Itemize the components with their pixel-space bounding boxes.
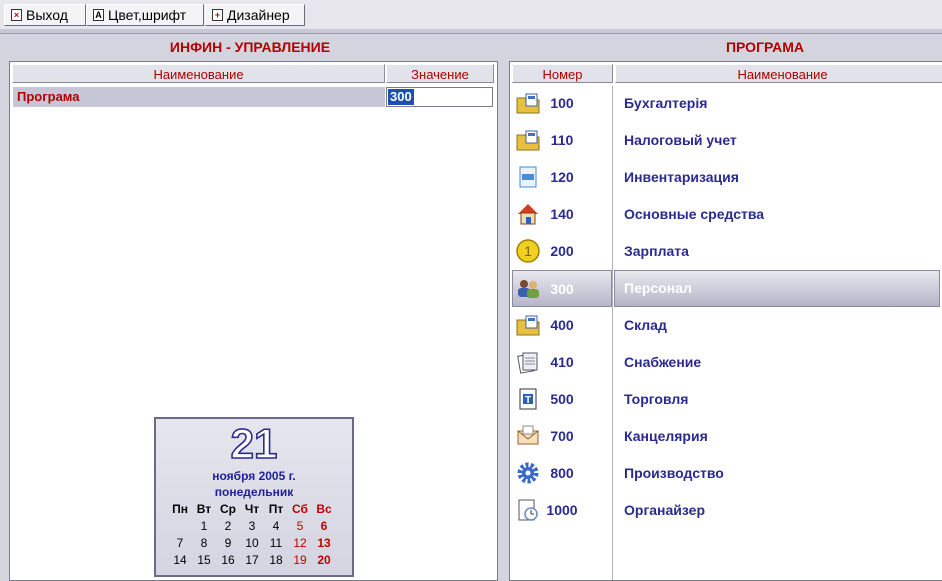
- program-row-110[interactable]: 110 Налоговый учет: [510, 122, 940, 159]
- program-list-panel: Номер Наименование 100 Бухгалтерія 110 Нало…: [509, 61, 942, 581]
- calendar-weekday-header: Пн Вт Ср Чт Пт Сб Вс: [168, 501, 336, 518]
- program-row-300[interactable]: 300 Персонал: [510, 270, 940, 307]
- warehouse-folder-icon: [515, 312, 541, 338]
- calendar-week: 7 8 9 10 11 12 13: [168, 535, 336, 552]
- calendar-date[interactable]: 15: [192, 552, 216, 569]
- column-header-value[interactable]: Значение: [386, 64, 494, 83]
- program-row-200[interactable]: 200 1 Зарплата: [510, 233, 940, 270]
- calendar-date[interactable]: 2: [216, 518, 240, 535]
- organizer-clock-icon: [515, 497, 541, 523]
- calendar-date[interactable]: 13: [312, 535, 336, 552]
- calendar-date[interactable]: 9: [216, 535, 240, 552]
- calendar-week: 14 15 16 17 18 19 20: [168, 552, 336, 569]
- program-name: Склад: [624, 317, 667, 333]
- program-name: Бухгалтерія: [624, 95, 708, 111]
- calendar-grid: Пн Вт Ср Чт Пт Сб Вс 1 2 3 4 5 6 7 8 9 10 11 12 13 14 15 16 17 1…: [168, 501, 336, 569]
- program-name: Торговля: [624, 391, 689, 407]
- gear-icon: [515, 460, 541, 486]
- calendar-date[interactable]: 5: [288, 518, 312, 535]
- program-name: Органайзер: [624, 502, 706, 518]
- calendar-date[interactable]: 10: [240, 535, 264, 552]
- plus-icon: +: [212, 9, 223, 21]
- color-font-label: Цвет,шрифт: [108, 7, 187, 23]
- program-name: Персонал: [624, 280, 692, 296]
- calendar-weekday-name: Пт: [268, 502, 284, 516]
- program-name: Инвентаризация: [624, 169, 739, 185]
- program-row-1000[interactable]: 1000 Органайзер: [510, 492, 940, 529]
- program-row-500[interactable]: 500 T Торговля: [510, 381, 940, 418]
- program-name: Основные средства: [624, 206, 765, 222]
- calendar-weekday-name: Сб: [292, 502, 308, 516]
- left-panel-title: ИНФИН - УПРАВЛЕНИЕ: [169, 39, 331, 55]
- exit-label: Выход: [26, 7, 68, 23]
- people-icon: [515, 275, 541, 301]
- svg-text:T: T: [525, 395, 531, 406]
- calendar-weekday-name: Чт: [244, 502, 260, 516]
- close-icon: ×: [11, 9, 22, 21]
- calendar-date[interactable]: 3: [240, 518, 264, 535]
- program-row-120[interactable]: 120 Инвентаризация: [510, 159, 940, 196]
- program-name: Канцелярия: [624, 428, 708, 444]
- calculator-folder-icon: [515, 90, 541, 116]
- tax-folder-icon: [515, 127, 541, 153]
- program-row-400[interactable]: 400 Склад: [510, 307, 940, 344]
- text-document-icon: T: [515, 386, 541, 412]
- program-row-800[interactable]: 800 Производство: [510, 455, 940, 492]
- calendar-date[interactable]: 1: [192, 518, 216, 535]
- calendar-date[interactable]: 12: [288, 535, 312, 552]
- document-icon: [515, 164, 541, 190]
- calendar-date[interactable]: 20: [312, 552, 336, 569]
- calendar-month-year: ноября 2005 г.: [212, 469, 296, 483]
- right-panel-title: ПРОГРАМА: [725, 39, 805, 55]
- calendar-date[interactable]: 4: [264, 518, 288, 535]
- program-name: Зарплата: [624, 243, 689, 259]
- column-header-number[interactable]: Номер: [512, 64, 613, 83]
- calendar-weekday-name: Ср: [220, 502, 236, 516]
- font-icon: A: [93, 9, 104, 21]
- program-value: 300: [388, 89, 414, 105]
- calendar-weekday-name: Вс: [316, 502, 332, 516]
- house-icon: [515, 201, 541, 227]
- calendar-date[interactable]: 16: [216, 552, 240, 569]
- program-name: Снабжение: [624, 354, 702, 370]
- calendar-weekday-name: Пн: [172, 502, 188, 516]
- papers-icon: [515, 349, 541, 375]
- envelope-icon: [515, 423, 541, 449]
- table-row[interactable]: Програма: [13, 87, 385, 107]
- calendar-date[interactable]: 14: [168, 552, 192, 569]
- calendar-date[interactable]: 17: [240, 552, 264, 569]
- calendar-date[interactable]: [168, 518, 192, 535]
- exit-button[interactable]: × Выход: [4, 4, 86, 26]
- calendar-date[interactable]: 7: [168, 535, 192, 552]
- program-name: Производство: [624, 465, 724, 481]
- settings-panel: Наименование Значение Програма 300 21 но…: [9, 61, 498, 581]
- calendar-weekday-name: Вт: [196, 502, 212, 516]
- program-row-100[interactable]: 100 Бухгалтерія: [510, 85, 940, 122]
- designer-button[interactable]: + Дизайнер: [205, 4, 305, 26]
- calendar-widget[interactable]: 21 ноября 2005 г. понедельник Пн Вт Ср Чт Пт…: [154, 417, 354, 577]
- calendar-date[interactable]: 8: [192, 535, 216, 552]
- calendar-weekday: понедельник: [214, 485, 294, 499]
- program-name: Налоговый учет: [624, 132, 737, 148]
- row-label: Програма: [17, 89, 80, 104]
- calendar-date[interactable]: 19: [288, 552, 312, 569]
- calendar-date[interactable]: 6: [312, 518, 336, 535]
- designer-label: Дизайнер: [227, 7, 290, 23]
- program-row-410[interactable]: 410 Снабжение: [510, 344, 940, 381]
- calendar-day: 21: [230, 420, 278, 468]
- program-row-700[interactable]: 700 Канцелярия: [510, 418, 940, 455]
- calendar-date[interactable]: 11: [264, 535, 288, 552]
- program-value-field[interactable]: 300: [386, 87, 493, 107]
- svg-text:1: 1: [524, 243, 532, 259]
- toolbar: × Выход A Цвет,шрифт + Дизайнер: [0, 0, 942, 34]
- coin-icon: 1: [515, 238, 541, 264]
- color-font-button[interactable]: A Цвет,шрифт: [86, 4, 204, 26]
- calendar-week: 123456: [168, 518, 336, 535]
- program-row-140[interactable]: 140 Основные средства: [510, 196, 940, 233]
- column-header-program-name[interactable]: Наименование: [615, 64, 942, 83]
- calendar-date[interactable]: 18: [264, 552, 288, 569]
- column-header-name[interactable]: Наименование: [12, 64, 385, 83]
